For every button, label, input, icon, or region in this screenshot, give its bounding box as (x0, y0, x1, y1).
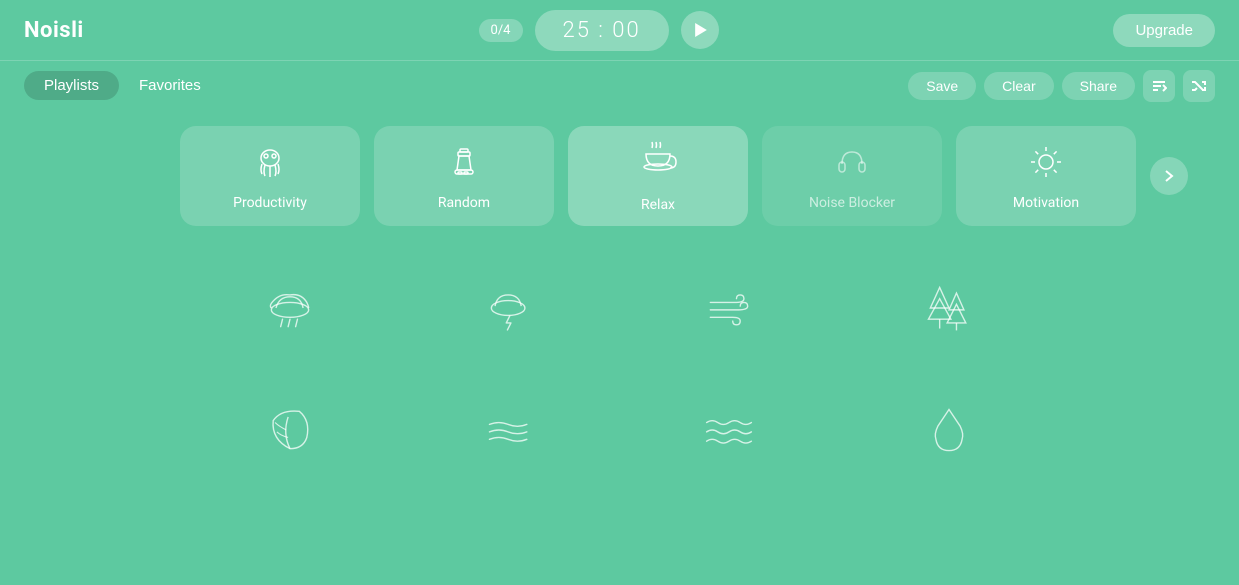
noise-blocker-label: Noise Blocker (809, 195, 895, 211)
shuffle-button[interactable] (1183, 70, 1215, 102)
playlist-card-noise-blocker[interactable]: Noise Blocker (762, 126, 942, 226)
playlists-row: Productivity Random (0, 110, 1239, 242)
motivation-icon (1026, 142, 1066, 187)
tab-favorites[interactable]: Favorites (119, 71, 221, 100)
sound-item-thunder[interactable] (400, 262, 620, 354)
noise-blocker-icon (832, 142, 872, 187)
random-label: Random (438, 195, 490, 211)
playlist-card-motivation[interactable]: Motivation (956, 126, 1136, 226)
upgrade-button[interactable]: Upgrade (1113, 14, 1215, 47)
wind-icon (699, 278, 759, 338)
next-playlist-button[interactable] (1150, 157, 1188, 195)
leaf-icon (260, 400, 320, 460)
water-drop-icon (919, 400, 979, 460)
app-logo: Noisli (24, 18, 84, 43)
motivation-label: Motivation (1013, 195, 1079, 211)
share-button[interactable]: Share (1062, 72, 1135, 100)
sound-item-water-flow[interactable] (400, 384, 620, 476)
random-icon (444, 142, 484, 187)
productivity-label: Productivity (233, 195, 307, 211)
playlist-card-random[interactable]: Random (374, 126, 554, 226)
sound-item-water-drop[interactable] (839, 384, 1059, 476)
waves-icon (699, 400, 759, 460)
sound-item-leaf[interactable] (180, 384, 400, 476)
tab-playlists[interactable]: Playlists (24, 71, 119, 100)
forest-icon (919, 278, 979, 338)
play-icon (694, 23, 708, 37)
rain-icon (260, 278, 320, 338)
playlist-card-productivity[interactable]: Productivity (180, 126, 360, 226)
play-button[interactable] (681, 11, 719, 49)
timer-section: 0/4 25 : 00 (479, 10, 719, 51)
relax-icon (636, 140, 680, 189)
relax-label: Relax (641, 197, 675, 213)
sound-grid (0, 242, 1239, 496)
save-button[interactable]: Save (908, 72, 976, 100)
sub-actions: Save Clear Share (908, 70, 1215, 102)
water-flow-icon (480, 400, 540, 460)
timer-counter: 0/4 (479, 19, 523, 42)
sub-header: Playlists Favorites Save Clear Share (0, 60, 1239, 110)
tabs: Playlists Favorites (24, 71, 221, 100)
sound-item-rain[interactable] (180, 262, 400, 354)
chevron-right-icon (1162, 169, 1176, 183)
shuffle-icon (1191, 78, 1207, 94)
header: Noisli 0/4 25 : 00 Upgrade (0, 0, 1239, 60)
timer-display: 25 : 00 (535, 10, 669, 51)
sort-button[interactable] (1143, 70, 1175, 102)
productivity-icon (250, 142, 290, 187)
sound-item-forest[interactable] (839, 262, 1059, 354)
sound-item-waves[interactable] (620, 384, 840, 476)
clear-button[interactable]: Clear (984, 72, 1053, 100)
sound-item-wind[interactable] (620, 262, 840, 354)
thunder-icon (480, 278, 540, 338)
sort-icon (1151, 78, 1167, 94)
playlist-card-relax[interactable]: Relax (568, 126, 748, 226)
